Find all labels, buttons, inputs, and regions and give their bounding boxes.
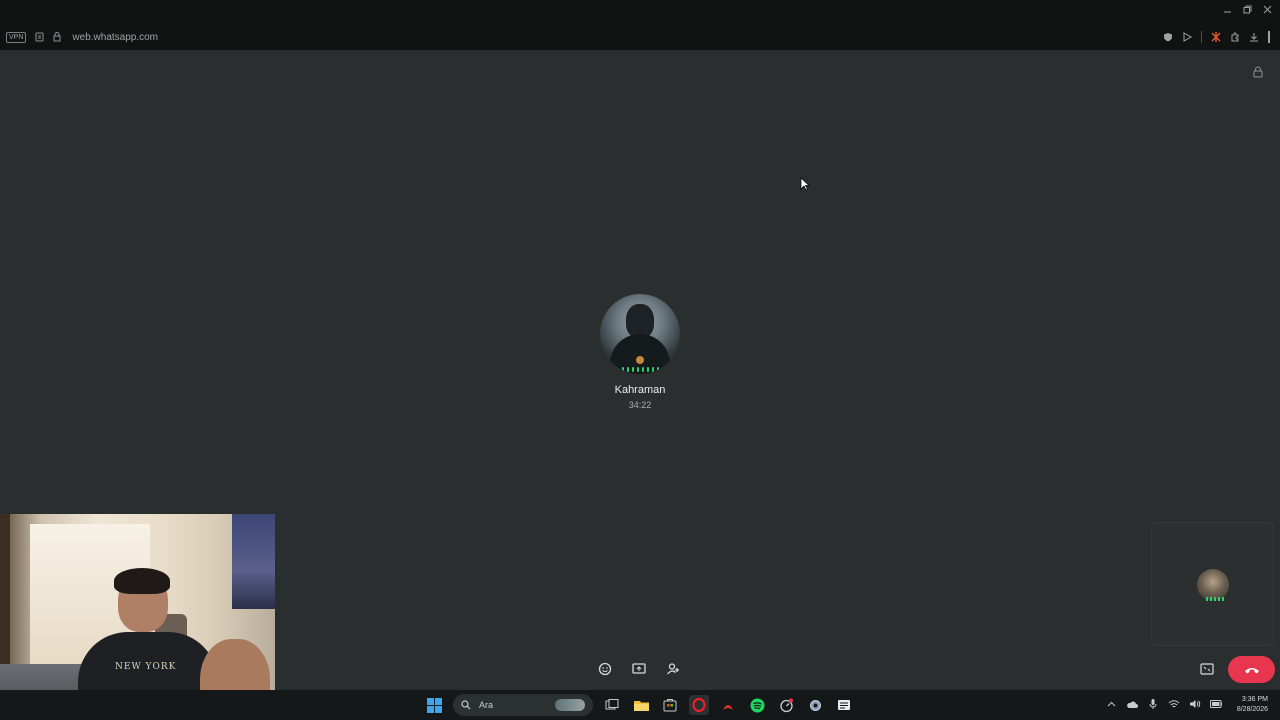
url-text[interactable]: web.whatsapp.com <box>72 32 158 43</box>
end-call-button[interactable] <box>1228 656 1275 683</box>
chevron-up-icon[interactable] <box>1105 698 1117 710</box>
search-label: Ara <box>479 700 494 710</box>
settings-gear-icon[interactable] <box>805 695 825 715</box>
call-duration: 34:22 <box>628 400 652 410</box>
close-icon[interactable] <box>1262 4 1272 14</box>
self-view-tile[interactable] <box>1151 522 1274 646</box>
acrobat-icon[interactable] <box>718 695 738 715</box>
vpn-badge[interactable]: VPN <box>6 31 27 43</box>
window-controls <box>1222 4 1272 14</box>
contact-avatar[interactable] <box>600 294 680 374</box>
taskbar-search[interactable]: Ara <box>453 694 593 716</box>
puzzle-icon[interactable] <box>1230 32 1240 42</box>
microphone-icon[interactable] <box>1147 698 1159 710</box>
system-clock[interactable]: 3:36 PM 8/28/2026 <box>1237 695 1268 715</box>
hangup-icon <box>1244 667 1259 673</box>
gauge-app-icon[interactable] <box>776 695 796 715</box>
opera-browser-icon[interactable] <box>689 695 709 715</box>
minimize-icon[interactable] <box>1222 4 1232 14</box>
page-info-icon[interactable] <box>34 32 44 42</box>
start-windows-icon[interactable] <box>424 695 444 715</box>
webcam-poster <box>232 514 275 609</box>
clock-date: 8/28/2026 <box>1236 706 1268 713</box>
self-voice-level-indicator <box>1206 597 1224 601</box>
webcam-person-hair <box>114 568 170 594</box>
browser-toolbar-right <box>1163 31 1270 43</box>
search-highlight-image <box>555 699 585 711</box>
mouse-cursor-icon <box>800 177 810 191</box>
system-tray <box>1105 698 1222 710</box>
download-icon[interactable] <box>1249 32 1259 42</box>
avatar-patch <box>636 356 644 364</box>
lock-icon[interactable] <box>52 32 62 42</box>
cloud-icon[interactable] <box>1126 698 1138 710</box>
mail-app-icon[interactable] <box>834 695 854 715</box>
file-explorer-icon[interactable] <box>631 695 651 715</box>
fullscreen-button[interactable] <box>1198 660 1216 678</box>
menu-divider-icon <box>1268 31 1270 43</box>
call-controls <box>596 660 682 678</box>
contact-name: Kahraman <box>614 384 666 396</box>
restore-icon[interactable] <box>1242 4 1252 14</box>
separator <box>1201 31 1202 43</box>
voice-level-indicator <box>600 367 680 372</box>
address-bar[interactable]: VPN web.whatsapp.com <box>0 28 158 46</box>
taskbar: Ara 3:36 PM 8/28/2026 <box>0 690 1280 720</box>
search-icon <box>461 700 471 710</box>
screen-share-button[interactable] <box>630 660 648 678</box>
emoji-reaction-button[interactable] <box>596 660 614 678</box>
webcam-shirt-text: NEW YORK <box>115 662 177 672</box>
encryption-lock-icon <box>1252 65 1264 78</box>
wifi-icon[interactable] <box>1168 698 1180 710</box>
task-view-icon[interactable] <box>602 695 622 715</box>
avatar-figure-head <box>626 304 654 338</box>
spotify-icon[interactable] <box>747 695 767 715</box>
shield-icon[interactable] <box>1163 32 1173 42</box>
add-participant-button[interactable] <box>664 660 682 678</box>
extension-icon[interactable] <box>1211 32 1221 42</box>
clock-time: 3:36 PM <box>1241 696 1268 703</box>
remote-participant: Kahraman 34:22 <box>560 294 720 410</box>
battery-icon[interactable] <box>1210 698 1222 710</box>
play-icon[interactable] <box>1182 32 1192 42</box>
store-icon[interactable] <box>660 695 680 715</box>
volume-icon[interactable] <box>1189 698 1201 710</box>
taskbar-apps: Ara <box>424 694 854 716</box>
browser-titlebar: VPN web.whatsapp.com <box>0 0 1280 50</box>
